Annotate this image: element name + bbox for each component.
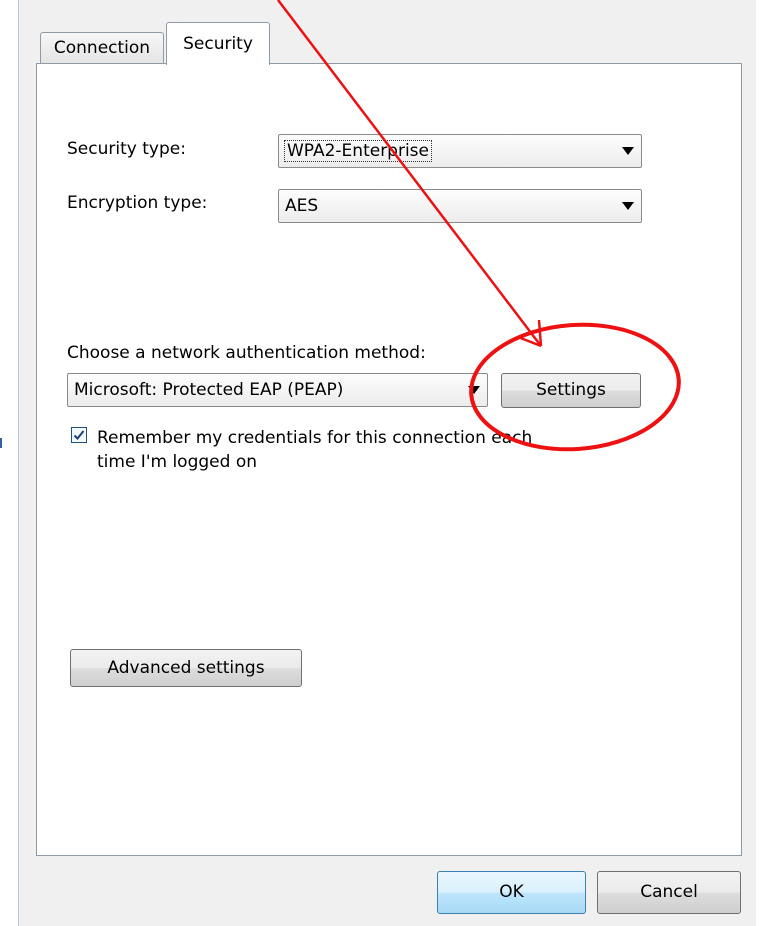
auth-method-label: Choose a network authentication method: [67, 343, 426, 363]
chevron-down-icon [622, 202, 634, 210]
security-type-dropdown[interactable]: WPA2-Enterprise [278, 134, 642, 168]
ok-button[interactable]: OK [437, 871, 586, 914]
checkmark-icon [73, 430, 85, 440]
settings-button[interactable]: Settings [501, 373, 641, 408]
window-edge-marker [0, 438, 2, 448]
security-type-value: WPA2-Enterprise [283, 140, 433, 162]
auth-method-value: Microsoft: Protected EAP (PEAP) [74, 380, 344, 400]
encryption-type-value: AES [285, 196, 319, 216]
tab-connection[interactable]: Connection [40, 32, 164, 64]
auth-method-dropdown[interactable]: Microsoft: Protected EAP (PEAP) [67, 373, 488, 407]
encryption-type-dropdown[interactable]: AES [278, 189, 642, 223]
advanced-settings-button[interactable]: Advanced settings [70, 649, 302, 687]
chevron-down-icon [622, 147, 634, 155]
tab-security[interactable]: Security [166, 22, 270, 65]
cancel-button[interactable]: Cancel [597, 871, 741, 914]
remember-credentials-checkbox[interactable] [71, 427, 87, 443]
chevron-down-icon [468, 386, 480, 394]
remember-credentials-line2: time I'm logged on [97, 452, 257, 472]
remember-credentials-line1: Remember my credentials for this connect… [97, 428, 533, 448]
encryption-type-label: Encryption type: [67, 193, 208, 213]
security-type-label: Security type: [67, 139, 186, 159]
